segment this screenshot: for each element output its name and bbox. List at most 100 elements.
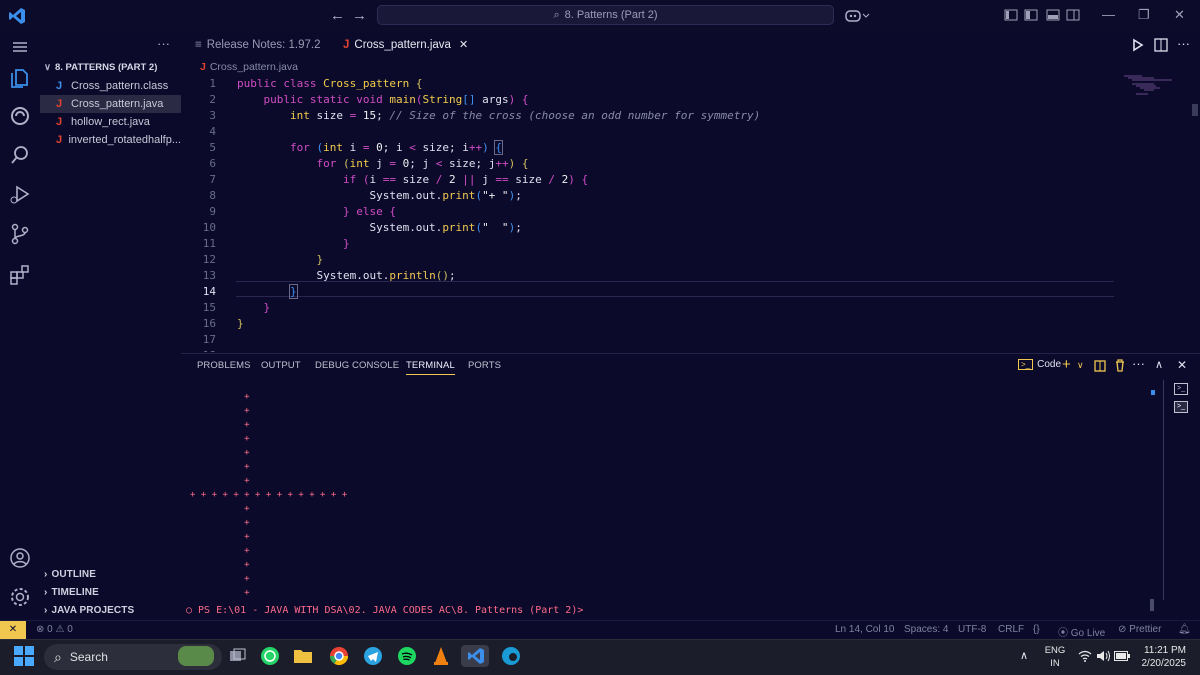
layout-customize-icon[interactable] — [1004, 9, 1018, 21]
split-editor-icon[interactable] — [1154, 38, 1168, 52]
file-explorer-icon[interactable] — [292, 645, 314, 667]
java-file-icon: J — [343, 38, 350, 51]
terminal-prompt[interactable]: ○ PS E:\01 - JAVA WITH DSA\02. JAVA CODE… — [186, 605, 583, 616]
vlc-icon[interactable] — [430, 645, 452, 667]
tab-output[interactable]: OUTPUT — [261, 360, 301, 371]
tab-problems[interactable]: PROBLEMS — [197, 360, 251, 371]
timeline-section[interactable]: › TIMELINE — [40, 583, 181, 601]
windows-start-icon[interactable] — [14, 646, 34, 666]
copilot-icon[interactable] — [844, 8, 870, 24]
language-mode[interactable]: {} — [1033, 624, 1040, 635]
code-line: } else { — [342, 205, 396, 218]
account-icon[interactable] — [8, 546, 32, 570]
folder-label: 8. PATTERNS (PART 2) — [54, 61, 158, 73]
maximize-panel-icon[interactable]: ∧ — [1155, 358, 1163, 371]
new-terminal-icon[interactable]: + — [1062, 356, 1071, 373]
trash-icon[interactable] — [1114, 359, 1126, 372]
tab-cross-pattern[interactable]: J Cross_pattern.java ✕ — [333, 32, 479, 58]
file-item[interactable]: J hollow_rect.java — [40, 113, 181, 131]
toggle-sidebar-icon[interactable] — [1024, 9, 1038, 21]
tab-debug-console[interactable]: DEBUG CONSOLE — [315, 360, 399, 371]
vscode-logo-icon[interactable] — [8, 7, 26, 25]
file-item[interactable]: J inverted_rotatedhalfp... — [40, 131, 181, 149]
terminal-instance-active-icon[interactable]: >_ — [1174, 401, 1188, 413]
tab-release-notes[interactable]: ≡ Release Notes: 1.97.2 — [185, 32, 331, 58]
section-label: JAVA PROJECTS — [51, 604, 135, 616]
file-item-active[interactable]: J Cross_pattern.java — [40, 95, 181, 113]
breadcrumb-file[interactable]: Cross_pattern.java — [210, 61, 298, 73]
tray-expand-icon[interactable]: ∧ — [1020, 649, 1028, 662]
telegram-icon[interactable] — [362, 645, 384, 667]
tab-terminal[interactable]: TERMINAL — [406, 360, 455, 375]
file-item[interactable]: J Cross_pattern.class — [40, 77, 181, 95]
vscode-taskbar-icon[interactable] — [461, 645, 489, 667]
split-terminal-icon[interactable] — [1094, 360, 1106, 372]
run-debug-icon[interactable] — [8, 182, 32, 206]
outline-section[interactable]: › OUTLINE — [40, 565, 181, 583]
notifications-bell-icon[interactable]: 🔔︎ — [1178, 624, 1191, 635]
line-number: 1 — [209, 77, 216, 90]
tab-ports[interactable]: PORTS — [468, 360, 501, 371]
chrome-icon[interactable] — [328, 645, 350, 667]
settings-gear-icon[interactable] — [8, 585, 32, 609]
task-view-icon[interactable] — [226, 645, 248, 667]
run-icon[interactable] — [1132, 38, 1144, 52]
search-highlight-icon[interactable] — [178, 646, 214, 666]
line-number: 5 — [209, 141, 216, 154]
maximize-icon[interactable]: ❐ — [1138, 7, 1150, 23]
terminal-selector[interactable]: >_ Code — [1018, 359, 1061, 370]
terminal-line: + — [190, 448, 250, 458]
back-arrow-icon[interactable]: ← — [330, 7, 345, 24]
toggle-secondary-sidebar-icon[interactable] — [1066, 9, 1080, 21]
battery-icon[interactable] — [1114, 651, 1130, 661]
indentation[interactable]: Spaces: 4 — [904, 624, 948, 635]
prettier-label: Prettier — [1129, 624, 1162, 635]
spotify-icon[interactable] — [396, 645, 418, 667]
encoding[interactable]: UTF-8 — [958, 624, 986, 635]
file-label: hollow_rect.java — [71, 116, 150, 128]
command-center-search[interactable]: ⌕ 8. Patterns (Part 2) — [377, 5, 834, 25]
line-number: 13 — [202, 269, 216, 282]
wifi-icon[interactable] — [1078, 650, 1092, 662]
whatsapp-icon[interactable] — [259, 645, 281, 667]
explorer-icon[interactable] — [8, 66, 32, 90]
close-icon[interactable]: ✕ — [1174, 7, 1185, 23]
explorer-more-icon[interactable]: ··· — [157, 36, 170, 51]
terminal-line: + + + + + + + + + + + + + + + — [190, 490, 348, 500]
search-icon[interactable] — [8, 143, 32, 167]
extensions-icon[interactable] — [8, 263, 32, 287]
folder-header[interactable]: ∨ 8. PATTERNS (PART 2) — [40, 58, 181, 76]
forward-arrow-icon[interactable]: → — [352, 7, 367, 24]
menu-icon[interactable] — [8, 35, 32, 59]
prettier-button[interactable]: ⊘ Prettier — [1118, 624, 1161, 635]
line-number: 3 — [209, 109, 216, 122]
edge-devtools-icon[interactable] — [8, 104, 32, 128]
problems-indicator[interactable]: ⊗ 0 ⚠ 0 — [36, 624, 73, 635]
volume-icon[interactable] — [1096, 650, 1110, 662]
go-live-button[interactable]: ⦿ Go Live — [1058, 624, 1105, 639]
line-number: 7 — [209, 173, 216, 186]
end-of-line[interactable]: CRLF — [998, 624, 1024, 635]
close-tab-icon[interactable]: ✕ — [459, 38, 468, 51]
input-language[interactable]: ENG IN — [1044, 644, 1066, 670]
terminal-scrollbar[interactable] — [1150, 599, 1154, 611]
edge-icon[interactable] — [500, 645, 522, 667]
more-actions-icon[interactable]: ··· — [1132, 356, 1145, 371]
more-actions-icon[interactable]: ··· — [1177, 36, 1190, 51]
terminal-output[interactable]: + + + + + + + + + + + + + + + + + + + + … — [190, 390, 1150, 620]
close-panel-icon[interactable]: ✕ — [1177, 358, 1187, 372]
line-number: 11 — [202, 237, 216, 250]
editor-scrollbar[interactable] — [1192, 104, 1198, 116]
toggle-panel-icon[interactable] — [1046, 9, 1060, 21]
breadcrumb: J Cross_pattern.java — [200, 61, 298, 73]
terminal-instance-icon[interactable]: >_ — [1174, 383, 1188, 395]
minimize-icon[interactable]: — — [1102, 7, 1115, 22]
cursor-position[interactable]: Ln 14, Col 10 — [835, 624, 895, 635]
chevron-down-icon[interactable]: ∨ — [1077, 360, 1084, 371]
system-clock[interactable]: 11:21 PM 2/20/2025 — [1134, 644, 1187, 670]
source-control-icon[interactable] — [8, 222, 32, 246]
java-projects-section[interactable]: › JAVA PROJECTS — [40, 601, 181, 619]
terminal-line: + — [190, 392, 250, 402]
code-editor[interactable]: 1 2 3 4 5 6 7 8 9 10 11 12 13 14 15 16 1… — [181, 76, 1191, 352]
remote-indicator[interactable]: ✕ — [0, 621, 26, 639]
